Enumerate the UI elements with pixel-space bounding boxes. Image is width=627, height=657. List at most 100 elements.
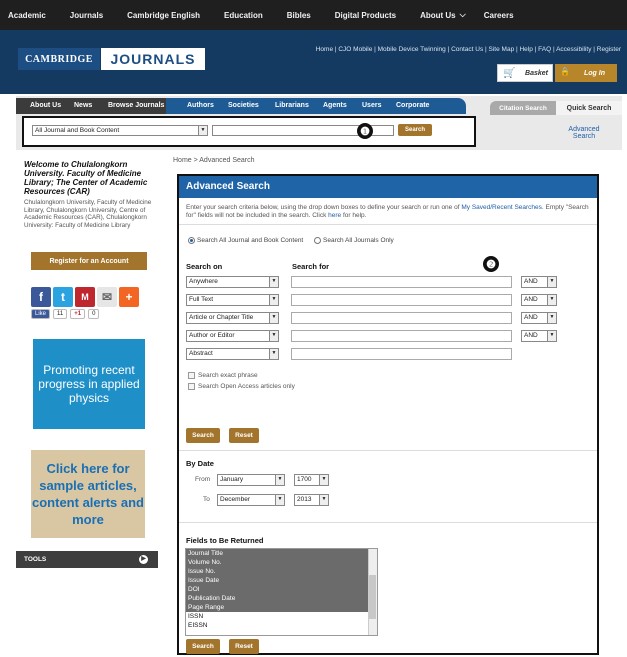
scrollbar-thumb[interactable] xyxy=(369,575,376,619)
like-count: 11 xyxy=(53,309,68,319)
tab-agents[interactable]: Agents xyxy=(323,102,347,109)
tab-authors[interactable]: Authors xyxy=(187,102,214,109)
topnav-careers[interactable]: Careers xyxy=(484,11,514,20)
plus-icon[interactable]: + xyxy=(119,287,139,307)
topnav-about-us[interactable]: About Us xyxy=(420,11,456,20)
fields-returned-listbox[interactable]: Journal Title Volume No. Issue No. Issue Da… xyxy=(185,548,378,636)
tab-quick-search[interactable]: Quick Search xyxy=(556,101,622,115)
search-field-value: Anywhere xyxy=(189,278,218,285)
quick-search-box: All Journal and Book Content ▼ Search ❶ xyxy=(22,116,476,147)
chevron-down-icon[interactable]: ⌵ xyxy=(460,10,466,20)
facebook-like-button[interactable]: Like xyxy=(31,309,51,319)
tools-panel[interactable]: TOOLS ▶ xyxy=(16,551,158,568)
exact-phrase-label: Search exact phrase xyxy=(198,372,258,379)
field-option[interactable]: ISSN xyxy=(186,612,368,621)
search-term-input-1[interactable] xyxy=(291,276,512,288)
tab-browse-journals[interactable]: Browse Journals xyxy=(108,102,164,109)
reset-button-bottom[interactable]: Reset xyxy=(229,639,259,654)
utility-links[interactable]: Home | CJO Mobile | Mobile Device Twinni… xyxy=(316,46,621,53)
topnav-cambridge-english[interactable]: Cambridge English xyxy=(127,11,200,20)
scrollbar[interactable] xyxy=(368,549,377,635)
gplus-count: 0 xyxy=(88,309,100,319)
reset-button[interactable]: Reset xyxy=(229,428,259,443)
register-button[interactable]: Register for an Account xyxy=(31,252,147,270)
radio-all-content[interactable]: Search All Journal and Book Content xyxy=(188,237,303,244)
page-title: Advanced Search xyxy=(179,176,597,198)
basket-button[interactable]: 🛒 Basket xyxy=(497,64,553,82)
basket-icon: 🛒 xyxy=(503,68,516,79)
chevron-down-icon: ▼ xyxy=(269,331,278,341)
topnav-journals[interactable]: Journals xyxy=(70,11,103,20)
operator-select-1[interactable]: AND ▼ xyxy=(521,276,557,288)
tools-label: TOOLS xyxy=(24,556,47,563)
divider xyxy=(179,522,597,523)
content-scope-select[interactable]: All Journal and Book Content ▼ xyxy=(32,125,208,136)
operator-select-2[interactable]: AND ▼ xyxy=(521,294,557,306)
tab-citation-search[interactable]: Citation Search xyxy=(490,101,556,115)
tab-news[interactable]: News xyxy=(74,102,92,109)
search-on-label: Search on xyxy=(186,262,223,271)
search-button[interactable]: Search xyxy=(186,428,220,443)
search-button-bottom[interactable]: Search xyxy=(186,639,220,654)
tab-librarians[interactable]: Librarians xyxy=(275,102,309,109)
operator-value: AND xyxy=(524,278,538,285)
topnav-bibles[interactable]: Bibles xyxy=(287,11,311,20)
field-option[interactable]: Page Range xyxy=(186,603,368,612)
from-year-select[interactable]: 1700 ▼ xyxy=(294,474,329,486)
search-field-select-2[interactable]: Full Text ▼ xyxy=(186,294,279,306)
twitter-icon[interactable]: t xyxy=(53,287,73,307)
operator-select-3[interactable]: AND ▼ xyxy=(521,312,557,324)
search-term-input-3[interactable] xyxy=(291,312,512,324)
facebook-icon[interactable]: f xyxy=(31,287,51,307)
tab-societies[interactable]: Societies xyxy=(228,102,259,109)
breadcrumb[interactable]: Home > Advanced Search xyxy=(173,157,255,164)
operator-select-4[interactable]: AND ▼ xyxy=(521,330,557,342)
search-field-select-4[interactable]: Author or Editor ▼ xyxy=(186,330,279,342)
topnav-digital-products[interactable]: Digital Products xyxy=(335,11,396,20)
search-term-input-2[interactable] xyxy=(291,294,512,306)
ad-applied-physics[interactable]: Promoting recent progress in applied phy… xyxy=(33,339,145,429)
email-icon[interactable]: ✉ xyxy=(97,287,117,307)
advanced-search-link[interactable]: Advanced Search xyxy=(560,126,608,140)
from-month-value: January xyxy=(220,476,244,483)
by-date-label: By Date xyxy=(186,459,214,468)
field-option[interactable]: Issue Date xyxy=(186,576,368,585)
help-link[interactable]: here xyxy=(328,212,341,219)
radio-journals-only-label: Search All Journals Only xyxy=(323,237,394,244)
tab-users[interactable]: Users xyxy=(362,102,381,109)
tab-corporate[interactable]: Corporate xyxy=(396,102,429,109)
field-option[interactable]: EISSN xyxy=(186,621,368,630)
search-field-select-1[interactable]: Anywhere ▼ xyxy=(186,276,279,288)
search-field-select-5[interactable]: Abstract ▼ xyxy=(186,348,279,360)
lock-icon: 🔒 xyxy=(560,67,570,76)
to-year-select[interactable]: 2013 ▼ xyxy=(294,494,329,506)
tab-about-us[interactable]: About Us xyxy=(30,102,61,109)
login-button[interactable]: 🔒 Log In xyxy=(555,64,617,82)
from-month-select[interactable]: January ▼ xyxy=(217,474,285,486)
field-option[interactable]: Issue No. xyxy=(186,567,368,576)
operator-value: AND xyxy=(524,332,538,339)
gplus-button[interactable]: +1 xyxy=(70,309,86,319)
field-option[interactable]: Volume No. xyxy=(186,558,368,567)
search-field-select-3[interactable]: Article or Chapter Title ▼ xyxy=(186,312,279,324)
chevron-down-icon: ▼ xyxy=(319,495,328,505)
mendeley-icon[interactable]: M xyxy=(75,287,95,307)
field-option[interactable]: DOI xyxy=(186,585,368,594)
chevron-down-icon: ▼ xyxy=(269,277,278,287)
field-option[interactable]: Publication Date xyxy=(186,594,368,603)
search-term-input-4[interactable] xyxy=(291,330,512,342)
logo-journals[interactable]: JOURNALS xyxy=(101,48,205,70)
field-option[interactable]: Journal Title xyxy=(186,549,368,558)
topnav-education[interactable]: Education xyxy=(224,11,263,20)
topnav-academic[interactable]: Academic xyxy=(8,11,46,20)
quick-search-button[interactable]: Search xyxy=(398,124,432,136)
search-term-input-5[interactable] xyxy=(291,348,512,360)
exact-phrase-checkbox[interactable]: Search exact phrase xyxy=(188,372,258,379)
logo-cambridge[interactable]: CAMBRIDGE xyxy=(18,48,100,70)
saved-searches-link[interactable]: My Saved/Recent Searches xyxy=(461,204,542,211)
chevron-down-icon: ▼ xyxy=(198,126,207,135)
radio-journals-only[interactable]: Search All Journals Only xyxy=(314,237,394,244)
ad-sample-articles[interactable]: Click here for sample articles, content … xyxy=(31,450,145,538)
to-month-select[interactable]: December ▼ xyxy=(217,494,285,506)
open-access-checkbox[interactable]: Search Open Access articles only xyxy=(188,383,295,390)
